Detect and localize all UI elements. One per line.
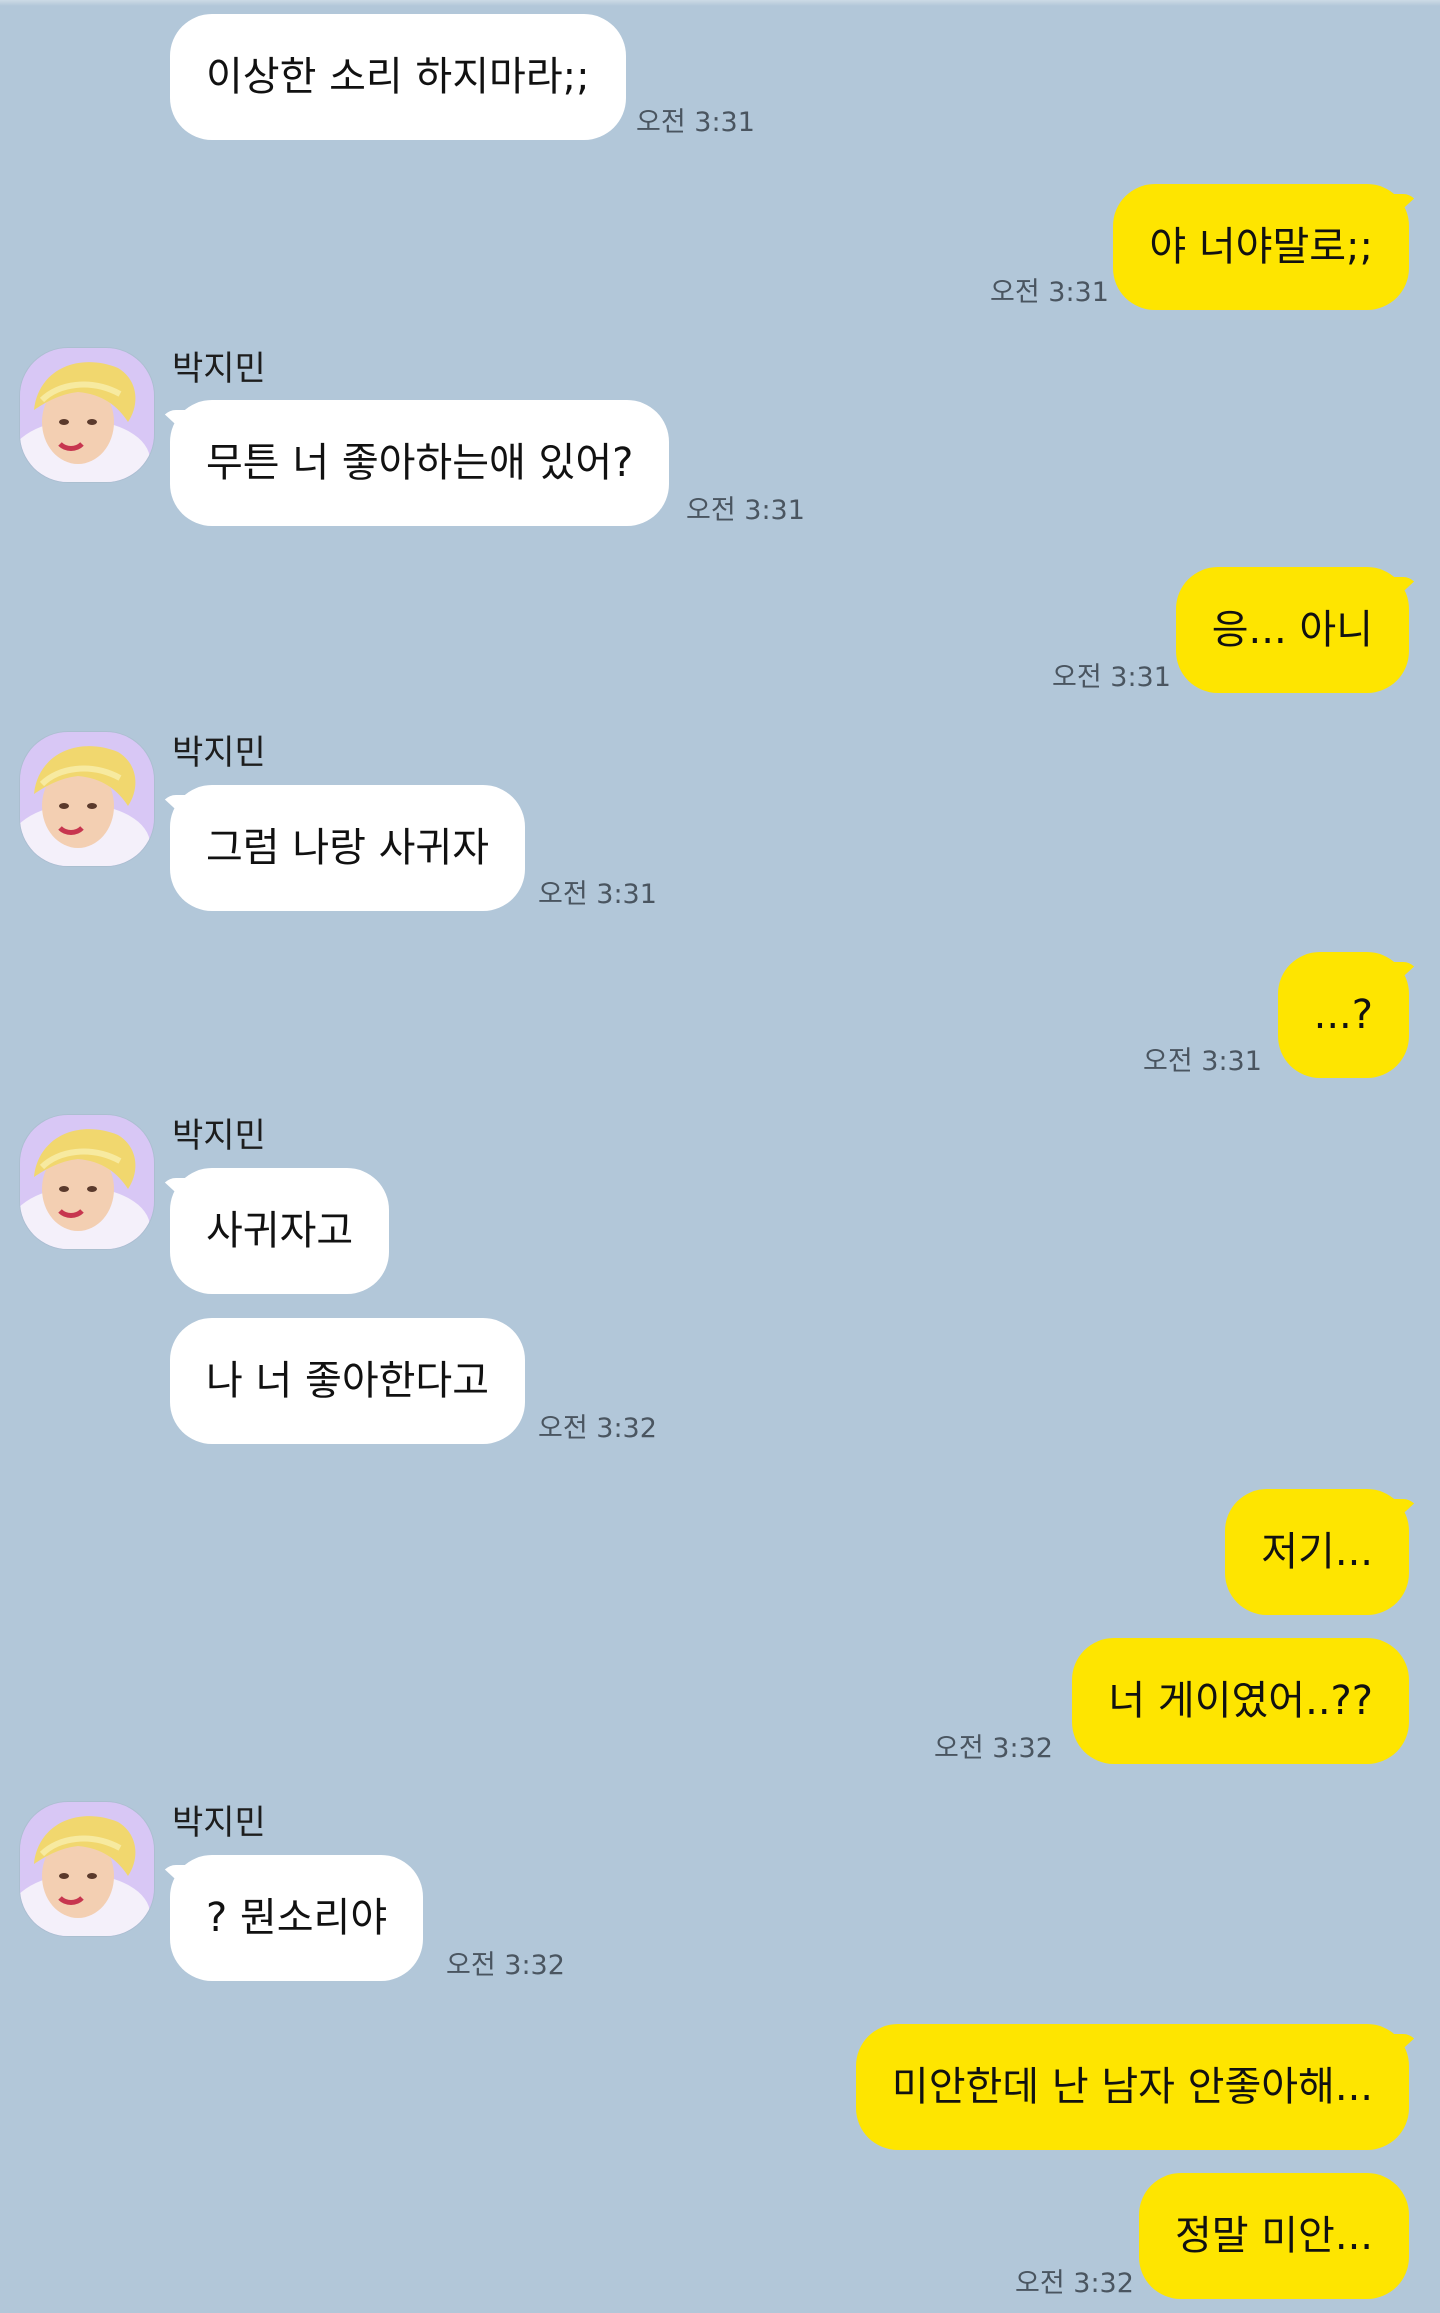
incoming-message-bubble[interactable]: 그럼 나랑 사귀자 [170,785,526,911]
sender-avatar[interactable] [20,1802,154,1936]
message-timestamp: 오전 3:31 [538,879,657,910]
sender-name: 박지민 [172,1803,266,1843]
outgoing-message-bubble[interactable]: 응... 아니 [1175,567,1409,693]
incoming-message-bubble[interactable]: 무튼 너 좋아하는애 있어? [170,400,670,526]
outgoing-message-bubble[interactable]: 정말 미안... [1138,2173,1409,2299]
message-timestamp: 오전 3:32 [538,1413,657,1444]
sender-name: 박지민 [172,349,266,389]
incoming-message-bubble[interactable]: 이상한 소리 하지마라;; [170,14,626,140]
message-timestamp: 오전 3:31 [636,107,755,138]
message-timestamp: 오전 3:31 [686,495,805,526]
sender-avatar[interactable] [20,1115,154,1249]
outgoing-message-bubble[interactable]: ...? [1277,952,1409,1078]
profile-photo-icon [20,348,154,482]
profile-photo-icon [20,732,154,866]
sender-name: 박지민 [172,733,266,773]
message-timestamp: 오전 3:31 [1052,662,1171,693]
outgoing-message-bubble[interactable]: 미안한데 난 남자 안좋아해... [855,2024,1409,2150]
chat-screen: 이상한 소리 하지마라;; 오전 3:31 야 너야말로;; 오전 3:31 박… [0,0,1440,2313]
message-timestamp: 오전 3:32 [1015,2268,1134,2299]
sender-avatar[interactable] [20,348,154,482]
message-timestamp: 오전 3:31 [990,277,1109,308]
outgoing-message-bubble[interactable]: 너 게이였어..?? [1072,1638,1409,1764]
outgoing-message-bubble[interactable]: 야 너야말로;; [1113,184,1409,310]
profile-photo-icon [20,1115,154,1249]
sender-avatar[interactable] [20,732,154,866]
message-timestamp: 오전 3:32 [446,1950,565,1981]
incoming-message-bubble[interactable]: 나 너 좋아한다고 [170,1318,526,1444]
top-edge [0,0,1440,6]
incoming-message-bubble[interactable]: 사귀자고 [170,1168,390,1294]
profile-photo-icon [20,1802,154,1936]
message-timestamp: 오전 3:31 [1143,1046,1262,1077]
incoming-message-bubble[interactable]: ? 뭔소리야 [170,1855,424,1981]
sender-name: 박지민 [172,1116,266,1156]
message-timestamp: 오전 3:32 [934,1733,1053,1764]
outgoing-message-bubble[interactable]: 저기... [1225,1489,1409,1615]
